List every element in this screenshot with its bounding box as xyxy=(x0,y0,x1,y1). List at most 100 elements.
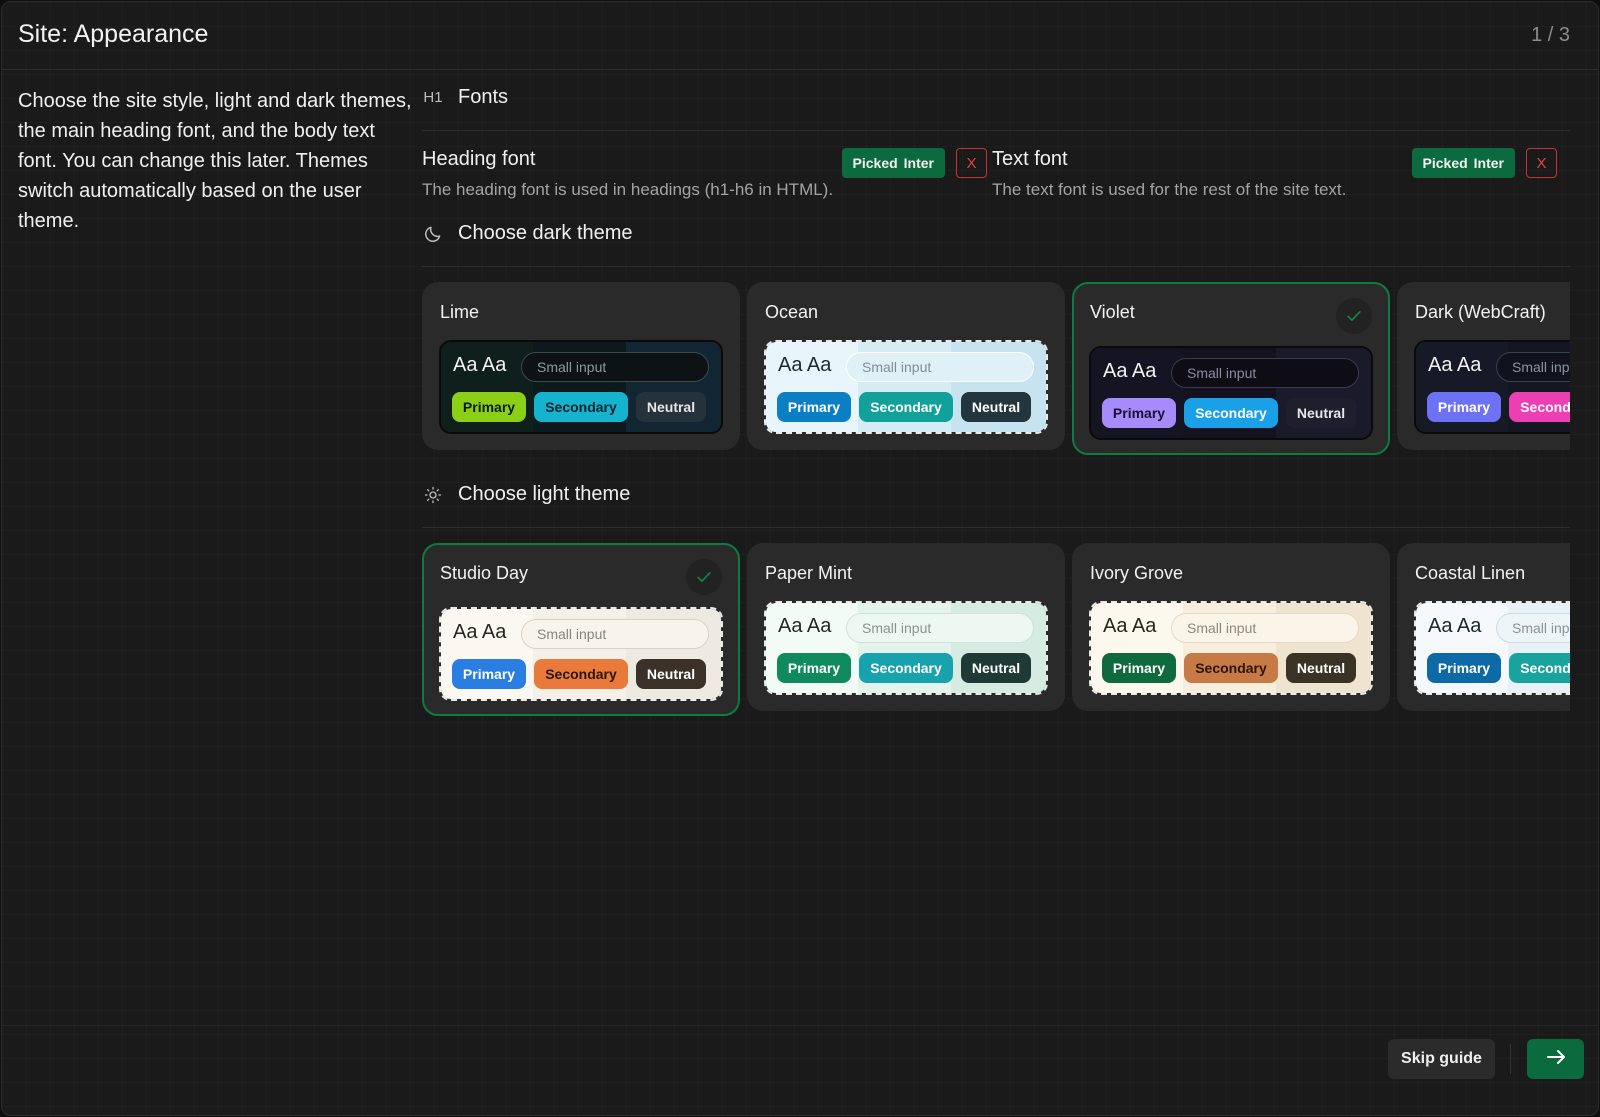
theme-name: Dark (WebCraft) xyxy=(1415,302,1546,322)
picked-font-value: Inter xyxy=(903,155,934,171)
primary-button-sample: Primary xyxy=(777,392,851,422)
check-icon xyxy=(686,559,722,595)
picked-font-value: Inter xyxy=(1473,155,1504,171)
typography-sample: Aa Aa xyxy=(453,621,507,643)
theme-name: Violet xyxy=(1090,302,1135,322)
secondary-button-sample: Secondary xyxy=(534,659,628,689)
primary-button-sample: Primary xyxy=(1427,392,1501,422)
dark-theme-list: Lime Aa Aa Small input Primary Secondary Neut… xyxy=(422,282,1570,457)
secondary-button-sample: Secondary xyxy=(1184,653,1278,683)
small-input-sample: Small input xyxy=(1496,613,1570,643)
light-theme-section-header: Choose light theme xyxy=(422,483,630,506)
theme-card[interactable]: Paper Mint Aa Aa Small input Primary Seconda… xyxy=(747,543,1065,711)
neutral-button-sample: Neutral xyxy=(636,659,706,689)
typography-sample: Aa Aa xyxy=(1103,615,1157,637)
primary-button-sample: Primary xyxy=(1102,653,1176,683)
primary-button-sample: Primary xyxy=(1102,398,1176,428)
neutral-button-sample: Neutral xyxy=(636,392,706,422)
neutral-button-sample: Neutral xyxy=(961,392,1031,422)
theme-card[interactable]: Dark (WebCraft) Aa Aa Small input Primary Se… xyxy=(1397,282,1570,450)
theme-name: Ocean xyxy=(765,302,819,322)
theme-preview: Aa Aa Small input Primary Secondary Neutral xyxy=(439,340,723,434)
divider xyxy=(422,527,1570,528)
dialog-header: Site: Appearance 1 / 3 xyxy=(2,2,1598,70)
typography-sample: Aa Aa xyxy=(1428,615,1482,637)
clear-text-font-button[interactable]: X xyxy=(1526,148,1557,178)
heading-h1-icon: H1 xyxy=(423,89,443,106)
theme-card[interactable]: Ocean Aa Aa Small input Primary Secondary Neu… xyxy=(747,282,1065,450)
theme-preview: Aa Aa Small input Primary Secondary Neutral xyxy=(1089,601,1373,695)
neutral-button-sample: Neutral xyxy=(961,653,1031,683)
text-font-block: Text font The text font is used for the … xyxy=(992,148,1557,200)
text-font-description: The text font is used for the rest of th… xyxy=(992,180,1347,199)
fonts-section-title: Fonts xyxy=(458,86,509,108)
sun-icon xyxy=(422,484,444,506)
theme-name: Lime xyxy=(440,302,480,322)
small-input-sample: Small input xyxy=(1496,352,1570,382)
theme-card[interactable]: Ivory Grove Aa Aa Small input Primary Second… xyxy=(1072,543,1390,711)
secondary-button-sample: Secondary xyxy=(534,392,628,422)
theme-preview: Aa Aa Small input Primary Secondary Neutral xyxy=(764,340,1048,434)
secondary-button-sample: Secondary xyxy=(859,653,953,683)
picked-label: Picked xyxy=(1422,155,1468,171)
theme-name: Coastal Linen xyxy=(1415,563,1526,583)
dialog-title: Site: Appearance xyxy=(18,20,209,48)
light-theme-section-title: Choose light theme xyxy=(458,483,631,505)
small-input-sample: Small input xyxy=(521,619,709,649)
typography-sample: Aa Aa xyxy=(1103,360,1157,382)
neutral-button-sample: Neutral xyxy=(1286,398,1356,428)
theme-preview: Aa Aa Small input Primary Secondary Neutral xyxy=(764,601,1048,695)
typography-sample: Aa Aa xyxy=(778,615,832,637)
picked-label: Picked xyxy=(852,155,898,171)
small-input-sample: Small input xyxy=(846,352,1034,382)
secondary-button-sample: Secondary xyxy=(1509,392,1570,422)
neutral-button-sample: Neutral xyxy=(1286,653,1356,683)
typography-sample: Aa Aa xyxy=(453,354,507,376)
typography-sample: Aa Aa xyxy=(1428,354,1482,376)
dark-theme-section-title: Choose dark theme xyxy=(458,222,633,244)
small-input-sample: Small input xyxy=(521,352,709,382)
theme-card[interactable]: Violet Aa Aa Small input Primary Secondary Ne… xyxy=(1072,282,1390,455)
clear-heading-font-button[interactable]: X xyxy=(956,148,987,178)
divider xyxy=(422,130,1570,131)
small-input-sample: Small input xyxy=(846,613,1034,643)
fonts-section-header: H1 Fonts xyxy=(422,86,508,109)
theme-preview: Aa AaSmall inputPrimarySecondaryNeutral xyxy=(1414,340,1570,434)
small-input-sample: Small input xyxy=(1171,358,1359,388)
intro-text: Choose the site style, light and dark th… xyxy=(18,90,412,232)
theme-card[interactable]: Studio Day Aa Aa Small input Primary Seconda… xyxy=(422,543,740,716)
arrow-right-icon xyxy=(1544,1045,1568,1074)
theme-card[interactable]: Coastal Linen Aa Aa Small input Primary Seco… xyxy=(1397,543,1570,711)
footer-divider xyxy=(2,1025,1598,1026)
theme-preview: Aa Aa Small input Primary Secondary Neutral xyxy=(1089,346,1373,440)
dark-theme-section-header: Choose dark theme xyxy=(422,222,633,245)
primary-button-sample: Primary xyxy=(452,392,526,422)
appearance-dialog: Site: Appearance 1 / 3 Choose the site s… xyxy=(1,1,1599,1116)
footer-separator xyxy=(1510,1044,1511,1074)
skip-guide-button[interactable]: Skip guide xyxy=(1388,1039,1495,1079)
small-input-sample: Small input xyxy=(1171,613,1359,643)
theme-preview: Aa Aa Small input Primary Secondary Neutral xyxy=(439,607,723,701)
check-icon xyxy=(1336,298,1372,334)
theme-name: Studio Day xyxy=(440,563,529,583)
heading-font-picker-button[interactable]: Picked Inter xyxy=(841,148,945,178)
moon-icon xyxy=(422,223,444,245)
theme-card[interactable]: Lime Aa Aa Small input Primary Secondary Neut… xyxy=(422,282,740,450)
secondary-button-sample: Secondary xyxy=(859,392,953,422)
heading-font-description: The heading font is used in headings (h1… xyxy=(422,180,834,199)
typography-sample: Aa Aa xyxy=(778,354,832,376)
theme-preview: Aa AaSmall inputPrimarySecondaryNeutral xyxy=(1414,601,1570,695)
primary-button-sample: Primary xyxy=(777,653,851,683)
divider xyxy=(422,266,1570,267)
secondary-button-sample: Secondary xyxy=(1509,653,1570,683)
secondary-button-sample: Secondary xyxy=(1184,398,1278,428)
light-theme-list: Studio Day Aa Aa Small input Primary Seconda… xyxy=(422,543,1570,718)
next-button[interactable] xyxy=(1527,1039,1584,1079)
text-font-picker-button[interactable]: Picked Inter xyxy=(1411,148,1515,178)
primary-button-sample: Primary xyxy=(452,659,526,689)
primary-button-sample: Primary xyxy=(1427,653,1501,683)
heading-font-block: Heading font The heading font is used in… xyxy=(422,148,987,200)
theme-name: Ivory Grove xyxy=(1090,563,1184,583)
step-indicator: 1 / 3 xyxy=(1531,24,1570,46)
theme-name: Paper Mint xyxy=(765,563,853,583)
